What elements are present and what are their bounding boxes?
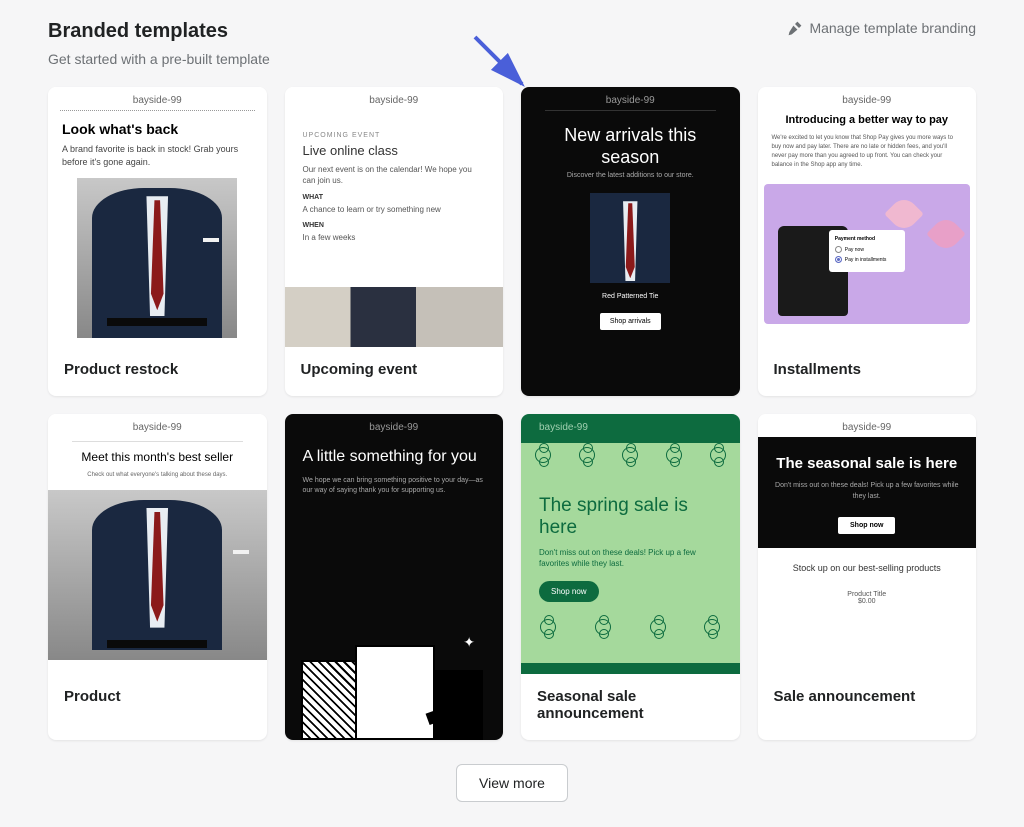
- store-label: bayside-99: [72, 414, 243, 442]
- template-preview: bayside-99 Meet this month's best seller…: [48, 414, 267, 674]
- product-price: $0.00: [778, 598, 957, 605]
- template-card-discount[interactable]: bayside-99 A little something for you We…: [285, 414, 504, 740]
- store-label: bayside-99: [521, 414, 740, 437]
- template-card-upcoming-event[interactable]: bayside-99 UPCOMING EVENT Live online cl…: [285, 87, 504, 396]
- product-title: Product Title: [778, 591, 957, 598]
- preview-body: A brand favorite is back in stock! Grab …: [62, 143, 253, 168]
- preview-heading: Introducing a better way to pay: [758, 110, 977, 134]
- brush-icon: [787, 20, 803, 36]
- what-label: WHAT: [303, 194, 486, 201]
- preview-heading: Live online class: [303, 143, 486, 158]
- product-image: [590, 193, 670, 283]
- product-image: [48, 490, 267, 660]
- template-preview: bayside-99 A little something for you We…: [285, 414, 504, 740]
- page-header: Branded templates Get started with a pre…: [48, 20, 976, 67]
- preview-body: Check out what everyone's talking about …: [48, 472, 267, 478]
- template-card-product-restock[interactable]: bayside-99 Look what's back A brand favo…: [48, 87, 267, 396]
- when-text: In a few weeks: [303, 233, 486, 242]
- preview-heading: The seasonal sale is here: [772, 455, 963, 473]
- store-label: bayside-99: [545, 87, 716, 111]
- product-image: [77, 178, 237, 338]
- store-label: bayside-99: [758, 414, 977, 437]
- template-preview: bayside-99 Look what's back A brand favo…: [48, 87, 267, 347]
- template-preview: bayside-99 New arrivals this season Disc…: [521, 87, 740, 396]
- template-preview: bayside-99 Introducing a better way to p…: [758, 87, 977, 347]
- page-title: Branded templates: [48, 20, 270, 43]
- store-label: bayside-99: [285, 87, 504, 110]
- store-label: bayside-99: [285, 414, 504, 437]
- shop-button: Shop now: [539, 581, 599, 602]
- preview-body: We hope we can bring something positive …: [285, 476, 504, 511]
- manage-branding-link[interactable]: Manage template branding: [787, 20, 976, 36]
- template-name: Product restock: [48, 347, 267, 396]
- template-card-installments[interactable]: bayside-99 Introducing a better way to p…: [758, 87, 977, 396]
- preview-heading: A little something for you: [285, 437, 504, 476]
- preview-body: We're excited to let you know that Shop …: [758, 134, 977, 170]
- shop-button: Shop arrivals: [600, 313, 661, 330]
- template-card-new-arrivals[interactable]: bayside-99 New arrivals this season Disc…: [521, 87, 740, 396]
- installments-image: Payment method Pay now Pay in installmen…: [764, 184, 971, 324]
- template-name: Seasonal sale announcement: [521, 674, 740, 740]
- payment-option-2: Pay in installments: [835, 256, 899, 263]
- product-caption: Red Patterned Tie: [521, 293, 740, 300]
- preview-body: Don't miss out on these deals! Pick up a…: [539, 547, 722, 569]
- store-label: bayside-99: [60, 87, 255, 111]
- preview-heading: New arrivals this season: [521, 111, 740, 172]
- template-preview: bayside-99 The seasonal sale is here Don…: [758, 414, 977, 674]
- stock-text: Stock up on our best-selling products: [778, 562, 957, 575]
- page-subtitle: Get started with a pre-built template: [48, 51, 270, 67]
- payment-card-title: Payment method: [835, 236, 899, 242]
- what-text: A chance to learn or try something new: [303, 205, 486, 214]
- template-preview: bayside-99 UPCOMING EVENT Live online cl…: [285, 87, 504, 347]
- template-name: Product: [48, 674, 267, 723]
- shop-button: Shop now: [838, 517, 895, 534]
- template-preview: bayside-99 The spring sale is here Don't…: [521, 414, 740, 674]
- template-name: Installments: [758, 347, 977, 396]
- template-card-sale-announcement[interactable]: bayside-99 The seasonal sale is here Don…: [758, 414, 977, 740]
- preview-body: Don't miss out on these deals! Pick up a…: [772, 481, 963, 502]
- preview-heading: Meet this month's best seller: [48, 442, 267, 472]
- bags-illustration: ✦: [285, 630, 504, 740]
- store-label: bayside-99: [758, 87, 977, 110]
- when-label: WHEN: [303, 222, 486, 229]
- template-card-seasonal-sale[interactable]: bayside-99 The spring sale is here Don't…: [521, 414, 740, 740]
- manage-branding-label: Manage template branding: [809, 20, 976, 36]
- preview-body: Our next event is on the calendar! We ho…: [303, 164, 486, 186]
- template-name: Sale announcement: [758, 674, 977, 723]
- event-image: [285, 287, 504, 347]
- template-name: Upcoming event: [285, 347, 504, 396]
- template-card-product[interactable]: bayside-99 Meet this month's best seller…: [48, 414, 267, 740]
- template-grid: bayside-99 Look what's back A brand favo…: [48, 87, 976, 740]
- preview-body: Discover the latest additions to our sto…: [521, 172, 740, 179]
- payment-option-1: Pay now: [835, 246, 899, 253]
- preview-heading: Look what's back: [62, 121, 253, 137]
- preview-tag: UPCOMING EVENT: [303, 132, 486, 139]
- view-more-button[interactable]: View more: [456, 764, 568, 802]
